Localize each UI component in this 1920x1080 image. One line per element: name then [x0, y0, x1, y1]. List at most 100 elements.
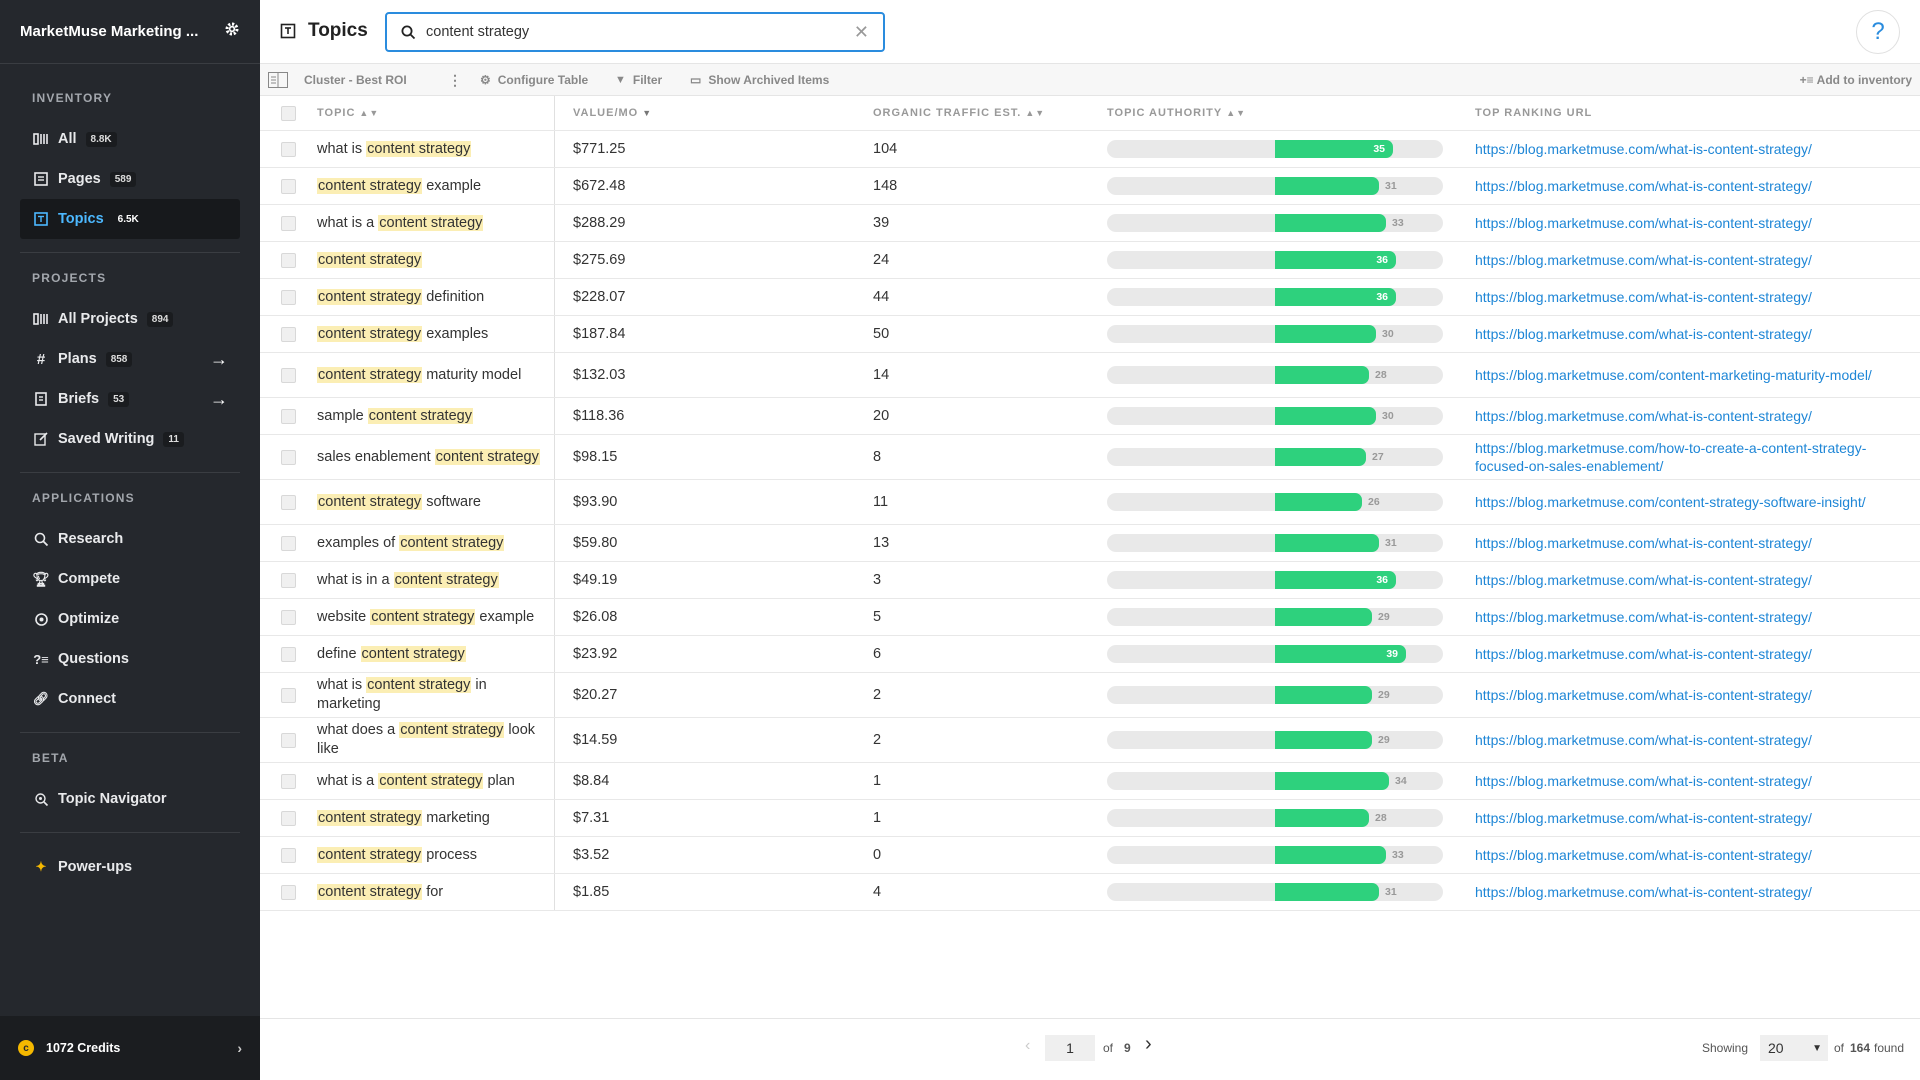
top-ranking-url[interactable]: https://blog.marketmuse.com/what-is-cont…: [1475, 325, 1905, 343]
per-page-select[interactable]: 20 ▼: [1760, 1035, 1828, 1061]
sidebar-item-compete[interactable]: 🏆︎ Compete: [20, 559, 240, 599]
topic-cell[interactable]: what does a content strategy look like: [316, 718, 555, 762]
row-checkbox[interactable]: [260, 141, 316, 157]
table-row[interactable]: sales enablement content strategy $98.15 8…: [260, 435, 1920, 480]
sidebar-item-research[interactable]: Research: [20, 519, 240, 559]
top-ranking-url[interactable]: https://blog.marketmuse.com/what-is-cont…: [1475, 288, 1905, 306]
top-ranking-url[interactable]: https://blog.marketmuse.com/what-is-cont…: [1475, 177, 1905, 195]
row-checkbox[interactable]: [260, 326, 316, 342]
help-button[interactable]: ?: [1856, 10, 1900, 54]
topic-cell[interactable]: sample content strategy: [316, 398, 555, 434]
sidebar-item-plans[interactable]: # Plans 858 →: [20, 339, 240, 379]
row-checkbox[interactable]: [260, 494, 316, 510]
topic-cell[interactable]: content strategy software: [316, 480, 555, 524]
topic-cell[interactable]: content strategy process: [316, 837, 555, 873]
row-checkbox[interactable]: [260, 215, 316, 231]
topic-cell[interactable]: what is a content strategy plan: [316, 763, 555, 799]
top-ranking-url[interactable]: https://blog.marketmuse.com/content-mark…: [1475, 366, 1905, 384]
row-checkbox[interactable]: [260, 646, 316, 662]
sidebar-item-briefs[interactable]: Briefs 53 →: [20, 379, 240, 419]
row-checkbox[interactable]: [260, 178, 316, 194]
search-value[interactable]: content strategy: [426, 24, 854, 40]
top-ranking-url[interactable]: https://blog.marketmuse.com/what-is-cont…: [1475, 846, 1905, 864]
top-ranking-url[interactable]: https://blog.marketmuse.com/what-is-cont…: [1475, 214, 1905, 232]
table-row[interactable]: examples of content strategy $59.80 13 31 ht…: [260, 525, 1920, 562]
table-row[interactable]: what is content strategy in marketing $20…: [260, 673, 1920, 718]
row-checkbox[interactable]: [260, 847, 316, 863]
add-to-inventory-button[interactable]: +≡ Add to inventory: [1800, 64, 1912, 96]
table-row[interactable]: what is in a content strategy $49.19 3 36 ht…: [260, 562, 1920, 599]
table-row[interactable]: what is a content strategy $288.29 39 33 htt…: [260, 205, 1920, 242]
chevron-right-icon[interactable]: ›: [237, 1040, 242, 1056]
configure-table-button[interactable]: ⚙ Configure Table: [480, 64, 588, 96]
row-checkbox[interactable]: [260, 609, 316, 625]
row-checkbox[interactable]: [260, 408, 316, 424]
row-checkbox[interactable]: [260, 367, 316, 383]
topic-cell[interactable]: what is content strategy in marketing: [316, 673, 555, 717]
sidebar-item-all-projects[interactable]: All Projects 894: [20, 299, 240, 339]
columns-toggle[interactable]: [268, 64, 288, 96]
col-topic[interactable]: TOPIC ▲▼: [316, 96, 555, 130]
topic-cell[interactable]: content strategy definition: [316, 279, 555, 315]
top-ranking-url[interactable]: https://blog.marketmuse.com/what-is-cont…: [1475, 140, 1905, 158]
page-input[interactable]: 1: [1045, 1035, 1095, 1061]
top-ranking-url[interactable]: https://blog.marketmuse.com/what-is-cont…: [1475, 251, 1905, 269]
top-ranking-url[interactable]: https://blog.marketmuse.com/what-is-cont…: [1475, 407, 1905, 425]
chevron-left-icon[interactable]: ‹: [1025, 1037, 1030, 1055]
table-row[interactable]: content strategy software $93.90 11 26 https…: [260, 480, 1920, 525]
topic-cell[interactable]: what is in a content strategy: [316, 562, 555, 598]
top-ranking-url[interactable]: https://blog.marketmuse.com/what-is-cont…: [1475, 809, 1905, 827]
search-input[interactable]: content strategy ✕: [385, 12, 885, 52]
topic-cell[interactable]: examples of content strategy: [316, 525, 555, 561]
sidebar-item-questions[interactable]: ?≡ Questions: [20, 639, 240, 679]
topic-cell[interactable]: content strategy example: [316, 168, 555, 204]
row-checkbox[interactable]: [260, 884, 316, 900]
table-row[interactable]: content strategy process $3.52 0 33 https://…: [260, 837, 1920, 874]
top-ranking-url[interactable]: https://blog.marketmuse.com/what-is-cont…: [1475, 645, 1905, 663]
arrow-right-icon[interactable]: →: [210, 349, 228, 370]
filter-button[interactable]: ▼ Filter: [615, 64, 662, 96]
sidebar-item-optimize[interactable]: Optimize: [20, 599, 240, 639]
sidebar-item-all[interactable]: All 8.8K: [20, 119, 240, 159]
table-row[interactable]: content strategy maturity model $132.03 14…: [260, 353, 1920, 398]
table-row[interactable]: content strategy marketing $7.31 1 28 https:…: [260, 800, 1920, 837]
topic-cell[interactable]: content strategy marketing: [316, 800, 555, 836]
topic-cell[interactable]: content strategy for: [316, 874, 555, 910]
topic-cell[interactable]: content strategy examples: [316, 316, 555, 352]
row-checkbox[interactable]: [260, 449, 316, 465]
row-checkbox[interactable]: [260, 773, 316, 789]
sidebar-item-connect[interactable]: 🔗︎ Connect: [20, 679, 240, 719]
top-ranking-url[interactable]: https://blog.marketmuse.com/content-stra…: [1475, 493, 1905, 511]
row-checkbox[interactable]: [260, 687, 316, 703]
table-row[interactable]: define content strategy $23.92 6 39 https://…: [260, 636, 1920, 673]
row-checkbox[interactable]: [260, 572, 316, 588]
topic-cell[interactable]: define content strategy: [316, 636, 555, 672]
table-row[interactable]: content strategy $275.69 24 36 https://blog.…: [260, 242, 1920, 279]
topic-cell[interactable]: what is a content strategy: [316, 205, 555, 241]
row-checkbox[interactable]: [260, 810, 316, 826]
gear-icon[interactable]: [224, 21, 240, 42]
sidebar-item-power-ups[interactable]: ✦ Power-ups: [20, 847, 240, 887]
top-ranking-url[interactable]: https://blog.marketmuse.com/what-is-cont…: [1475, 686, 1905, 704]
table-row[interactable]: content strategy examples $187.84 50 30 http…: [260, 316, 1920, 353]
workspace-name[interactable]: MarketMuse Marketing ...: [20, 23, 198, 40]
sidebar-item-topics[interactable]: Topics 6.5K: [20, 199, 240, 239]
credits-bar[interactable]: c 1072 Credits ›: [0, 1016, 260, 1080]
col-traffic[interactable]: ORGANIC TRAFFIC EST. ▲▼: [873, 107, 1107, 119]
top-ranking-url[interactable]: https://blog.marketmuse.com/what-is-cont…: [1475, 731, 1905, 749]
top-ranking-url[interactable]: https://blog.marketmuse.com/what-is-cont…: [1475, 534, 1905, 552]
cluster-select[interactable]: Cluster - Best ROI: [304, 64, 407, 96]
sidebar-item-saved-writing[interactable]: Saved Writing 11: [20, 419, 240, 459]
topic-cell[interactable]: content strategy: [316, 242, 555, 278]
top-ranking-url[interactable]: https://blog.marketmuse.com/how-to-creat…: [1475, 439, 1905, 475]
row-checkbox[interactable]: [260, 289, 316, 305]
top-ranking-url[interactable]: https://blog.marketmuse.com/what-is-cont…: [1475, 571, 1905, 589]
col-value[interactable]: VALUE/MO ▼: [555, 107, 873, 119]
row-checkbox[interactable]: [260, 252, 316, 268]
table-row[interactable]: what is content strategy $771.25 104 35 http…: [260, 131, 1920, 168]
table-row[interactable]: content strategy definition $228.07 44 36 ht…: [260, 279, 1920, 316]
select-all-checkbox[interactable]: [260, 105, 316, 121]
table-row[interactable]: sample content strategy $118.36 20 30 https:…: [260, 398, 1920, 435]
topic-cell[interactable]: website content strategy example: [316, 599, 555, 635]
arrow-right-icon[interactable]: →: [210, 389, 228, 410]
